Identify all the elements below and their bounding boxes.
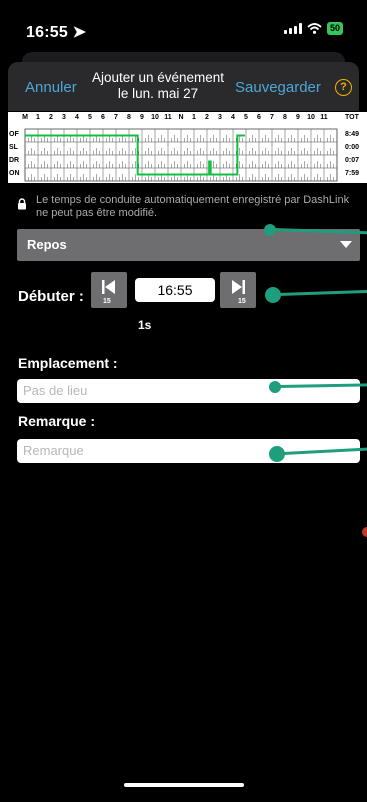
notice-text: Le temps de conduite automatiquement enr… (36, 194, 350, 219)
help-icon[interactable]: ? (335, 79, 352, 96)
signal-icon (283, 23, 302, 34)
status-select[interactable]: Repos (17, 229, 360, 261)
step-back-amount: 15 (103, 298, 111, 305)
location-arrow-icon: ➤ (72, 24, 87, 41)
log-graph: M 1 2 3 4 5 6 7 8 9 10 11 N 1 2 3 4 5 6 7 8 9 10 11 TOT OF 8:49 S… (8, 112, 367, 183)
step-forward-amount: 15 (238, 298, 246, 305)
step-forward-button[interactable]: 15 (220, 272, 256, 308)
status-select-value: Repos (27, 237, 67, 252)
lock-icon (18, 198, 26, 210)
save-button[interactable]: Sauvegarder (235, 79, 321, 96)
step-back-button[interactable]: 15 (91, 272, 127, 308)
step-interval: 1s (138, 318, 152, 332)
battery-icon: 50 (326, 22, 343, 35)
pointer-dot-red (362, 527, 367, 537)
location-label: Emplacement : (18, 355, 118, 371)
home-indicator (124, 783, 244, 787)
graph-canvas (24, 128, 338, 182)
page-title: Ajouter un événement le lun. mai 27 (91, 70, 225, 101)
start-label: Débuter : (18, 288, 84, 305)
chevron-down-icon (340, 241, 352, 248)
wifi-icon (307, 23, 322, 34)
status-indicators: 50 (283, 22, 343, 35)
start-time-field[interactable]: 16:55 (135, 278, 215, 302)
cancel-button[interactable]: Annuler (25, 79, 77, 96)
location-field[interactable] (17, 379, 360, 403)
status-time: 16:55 ➤ (26, 24, 87, 41)
remark-label: Remarque : (18, 413, 96, 429)
